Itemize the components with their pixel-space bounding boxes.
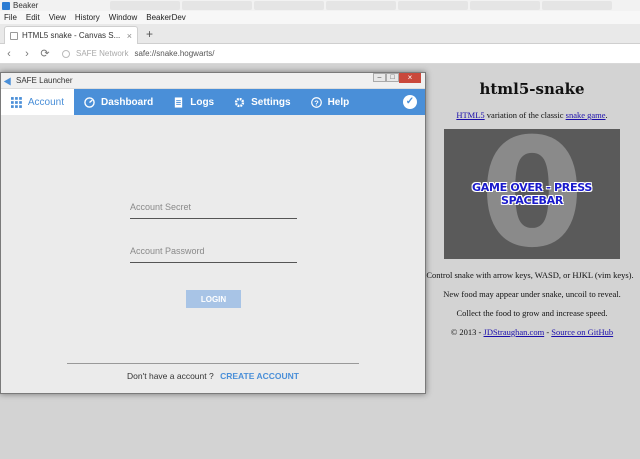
tab-html5-snake[interactable]: HTML5 snake - Canvas S... ×: [4, 26, 138, 44]
browser-titlebar: Beaker: [0, 0, 640, 11]
gear-icon: [234, 97, 245, 107]
svg-text:?: ?: [314, 98, 319, 107]
menu-view[interactable]: View: [49, 13, 66, 22]
taskbar-tab[interactable]: [398, 1, 468, 10]
new-tab-button[interactable]: +: [146, 27, 153, 41]
window-controls: – □: [373, 73, 399, 82]
question-icon: ?: [310, 96, 322, 108]
controls-info: Control snake with arrow keys, WASD, or …: [426, 270, 634, 280]
tab-help-label: Help: [327, 96, 350, 108]
close-button[interactable]: ×: [399, 73, 421, 83]
tab-account-label: Account: [27, 96, 64, 108]
login-button[interactable]: LOGIN: [186, 290, 241, 308]
page-favicon-icon: [10, 31, 18, 40]
intro-end: .: [605, 110, 608, 120]
launcher-title: SAFE Launcher: [16, 76, 73, 85]
menu-window[interactable]: Window: [109, 13, 137, 22]
launcher-titlebar[interactable]: SAFE Launcher – □ ×: [1, 73, 425, 89]
tab-help[interactable]: ? Help: [301, 89, 360, 115]
back-button[interactable]: ‹: [0, 48, 18, 60]
url-text[interactable]: safe://snake.hogwarts/: [134, 49, 214, 58]
status-check-icon: ✓: [403, 95, 417, 109]
taskbar-tabs: [110, 1, 612, 10]
html5-link[interactable]: HTML5: [456, 110, 484, 120]
page-footer: © 2013 - JDStraughan.com - Source on Git…: [424, 327, 640, 337]
menu-beakerdev[interactable]: BeakerDev: [146, 13, 186, 22]
divider: [67, 363, 359, 364]
account-secret-input[interactable]: [130, 202, 297, 212]
document-icon: [175, 96, 183, 108]
tab-logs-label: Logs: [190, 96, 215, 108]
launcher-nav: Account Dashboard Logs Settings ? Help ✓: [1, 89, 425, 115]
forward-button[interactable]: ›: [18, 48, 36, 60]
tab-account[interactable]: Account: [1, 89, 74, 115]
grid-icon: [11, 96, 22, 108]
signup-text: Don't have a account ?: [127, 371, 214, 381]
signup-row: Don't have a account ? CREATE ACCOUNT: [1, 371, 425, 381]
tab-logs[interactable]: Logs: [163, 89, 224, 115]
snake-game-link[interactable]: snake game: [566, 110, 606, 120]
tab-label: HTML5 snake - Canvas S...: [22, 31, 121, 40]
tab-close-icon[interactable]: ×: [127, 31, 132, 41]
food-info: New food may appear under snake, uncoil …: [443, 289, 621, 299]
globe-icon: [62, 49, 70, 58]
address-bar[interactable]: SAFE Network safe://snake.hogwarts/: [62, 49, 215, 58]
menu-edit[interactable]: Edit: [26, 13, 40, 22]
beaker-app-icon: [2, 1, 10, 10]
intro-text: HTML5 variation of the classic snake gam…: [424, 110, 640, 120]
game-over-text: GAME OVER - PRESS SPACEBAR: [472, 181, 592, 207]
gauge-icon: [84, 96, 95, 108]
author-link[interactable]: JDStraughan.com: [484, 327, 545, 337]
intro-middle: variation of the classic: [484, 110, 566, 120]
game-canvas[interactable]: 0 GAME OVER - PRESS SPACEBAR: [444, 129, 620, 259]
account-secret-field[interactable]: [130, 201, 297, 219]
taskbar-tab[interactable]: [326, 1, 396, 10]
account-password-field[interactable]: [130, 245, 297, 263]
footer-copyright: © 2013 -: [450, 327, 484, 337]
taskbar-tab[interactable]: [254, 1, 324, 10]
taskbar-tab[interactable]: [110, 1, 180, 10]
maximize-button[interactable]: □: [386, 73, 399, 82]
reload-button[interactable]: ⟳: [36, 47, 54, 60]
security-label: SAFE Network: [76, 49, 129, 58]
menu-history[interactable]: History: [75, 13, 100, 22]
taskbar-tab[interactable]: [542, 1, 612, 10]
tab-strip: HTML5 snake - Canvas S... × +: [0, 24, 640, 44]
safe-launcher-window: SAFE Launcher – □ × Account Dashboard Lo…: [0, 72, 426, 394]
taskbar-tab[interactable]: [470, 1, 540, 10]
app-title: Beaker: [13, 1, 39, 10]
collect-info: Collect the food to grow and increase sp…: [456, 308, 608, 318]
minimize-button[interactable]: –: [373, 73, 386, 82]
tab-settings-label: Settings: [251, 96, 291, 108]
menu-file[interactable]: File: [4, 13, 17, 22]
tab-dashboard[interactable]: Dashboard: [74, 89, 163, 115]
account-password-input[interactable]: [130, 246, 297, 256]
launcher-arrow-icon: [3, 75, 15, 86]
create-account-link[interactable]: CREATE ACCOUNT: [220, 371, 299, 381]
menubar: File Edit View History Window BeakerDev: [0, 11, 640, 24]
tab-settings[interactable]: Settings: [224, 89, 300, 115]
github-link[interactable]: Source on GitHub: [551, 327, 613, 337]
page-title: html5-snake: [479, 80, 585, 98]
tab-dashboard-label: Dashboard: [101, 96, 154, 108]
taskbar-tab[interactable]: [182, 1, 252, 10]
navigation-bar: ‹ › ⟳ SAFE Network safe://snake.hogwarts…: [0, 44, 640, 64]
web-page: html5-snake HTML5 variation of the class…: [424, 64, 640, 459]
